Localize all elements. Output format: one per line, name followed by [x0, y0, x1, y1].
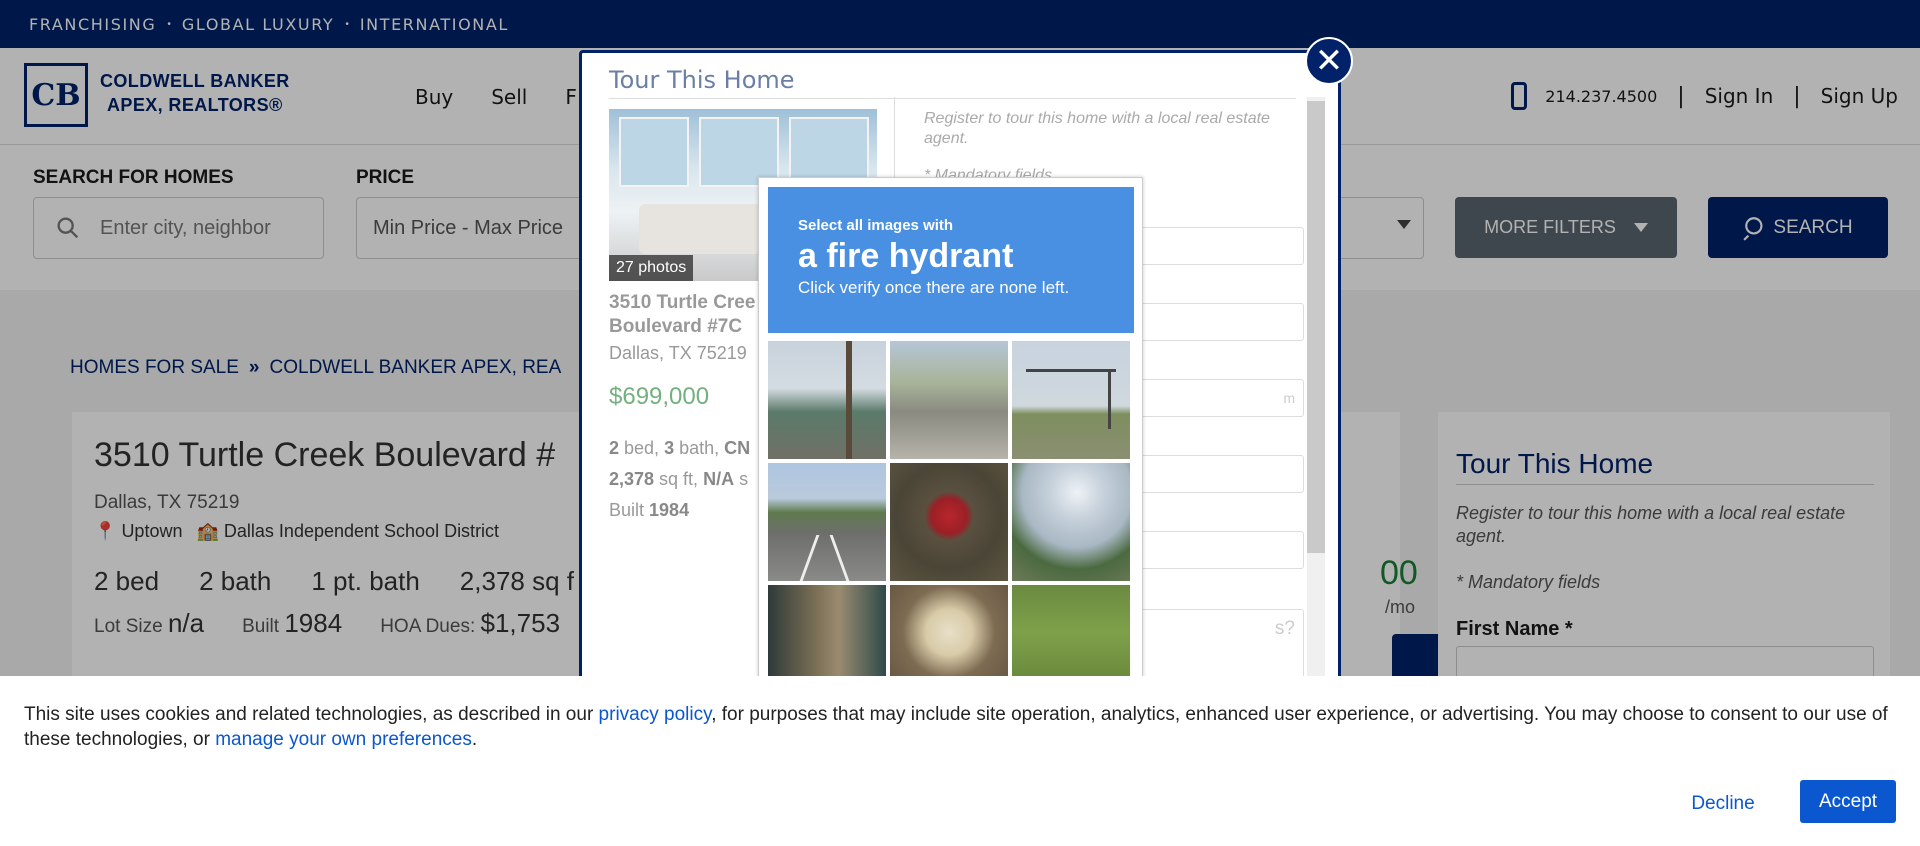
- email-placeholder-partial: m: [1283, 390, 1295, 406]
- captcha-subtext: Click verify once there are none left.: [798, 278, 1070, 297]
- captcha-tile-intersection[interactable]: [890, 341, 1008, 459]
- captcha-tile-red-hydrant[interactable]: [890, 463, 1008, 581]
- lane-line: [829, 535, 850, 581]
- modal-beds-label: bed,: [619, 438, 665, 458]
- modal-scrollbar-thumb[interactable]: [1307, 101, 1325, 553]
- modal-s-partial: s: [734, 469, 749, 489]
- modal-address: 3510 Turtle Cree Boulevard #7C: [609, 291, 755, 339]
- modal-scrollbar[interactable]: [1307, 97, 1325, 677]
- captcha-tile-parking-lot[interactable]: [768, 463, 886, 581]
- captcha-tile-traffic-signals[interactable]: [1012, 341, 1130, 459]
- modal-title: Tour This Home: [609, 66, 1296, 99]
- modal-details: 2 bed, 3 bath, CN 2,378 sq ft, N/A s Bui…: [609, 433, 750, 526]
- modal-city: Dallas, TX 75219: [609, 343, 747, 363]
- captcha-tile-road-tree[interactable]: [768, 341, 886, 459]
- captcha-challenge: Select all images with a fire hydrant Cl…: [758, 177, 1143, 703]
- close-icon: ✕: [1314, 42, 1344, 80]
- accept-button[interactable]: Accept: [1800, 780, 1896, 823]
- modal-sqft-num: 2,378: [609, 469, 655, 489]
- modal-baths-label: bath,: [674, 438, 725, 458]
- signal-pole: [1108, 369, 1111, 429]
- modal-price: $699,000: [609, 383, 710, 410]
- modal-register-text: Register to tour this home with a local …: [924, 110, 1270, 147]
- lane-line: [799, 535, 820, 581]
- photo-window: [619, 117, 689, 187]
- signal-arm: [1026, 369, 1116, 372]
- modal-address-line-1: 3510 Turtle Cree: [609, 292, 756, 313]
- cookie-banner: This site uses cookies and related techn…: [0, 676, 1920, 846]
- captcha-target: a fire hydrant: [798, 237, 1014, 275]
- cookie-text: This site uses cookies and related techn…: [24, 702, 1896, 752]
- captcha-instruction: Select all images with: [798, 217, 954, 234]
- modal-na: N/A: [703, 469, 735, 489]
- cookie-text-end: .: [471, 729, 478, 750]
- modal-address-line-2: Boulevard #7C: [609, 316, 743, 337]
- manage-preferences-link[interactable]: manage your own preferences: [215, 729, 472, 750]
- textarea-placeholder-partial: s?: [1274, 618, 1295, 639]
- privacy-policy-link[interactable]: privacy policy: [599, 704, 712, 725]
- tree-trunk: [846, 341, 852, 459]
- photo-count-badge[interactable]: 27 photos: [609, 255, 694, 281]
- modal-beds-num: 2: [609, 438, 620, 458]
- modal-close-button[interactable]: ✕: [1305, 37, 1353, 85]
- modal-baths-num: 3: [664, 438, 675, 458]
- modal-cn: CN: [724, 438, 751, 458]
- modal-details-line-3: Built 1984: [609, 495, 750, 526]
- decline-button[interactable]: Decline: [1676, 784, 1770, 824]
- modal-details-line-2: 2,378 sq ft, N/A s: [609, 464, 750, 495]
- modal-built-label: Built: [609, 500, 650, 520]
- modal-built-value: 1984: [649, 500, 690, 520]
- captcha-tile-sunny-field[interactable]: [1012, 463, 1130, 581]
- captcha-header: Select all images with a fire hydrant Cl…: [768, 187, 1134, 333]
- modal-details-line-1: 2 bed, 3 bath, CN: [609, 433, 750, 464]
- captcha-image-grid: [768, 341, 1134, 703]
- cookie-text-before: This site uses cookies and related techn…: [24, 704, 599, 725]
- modal-sqft-label: sq ft,: [654, 469, 704, 489]
